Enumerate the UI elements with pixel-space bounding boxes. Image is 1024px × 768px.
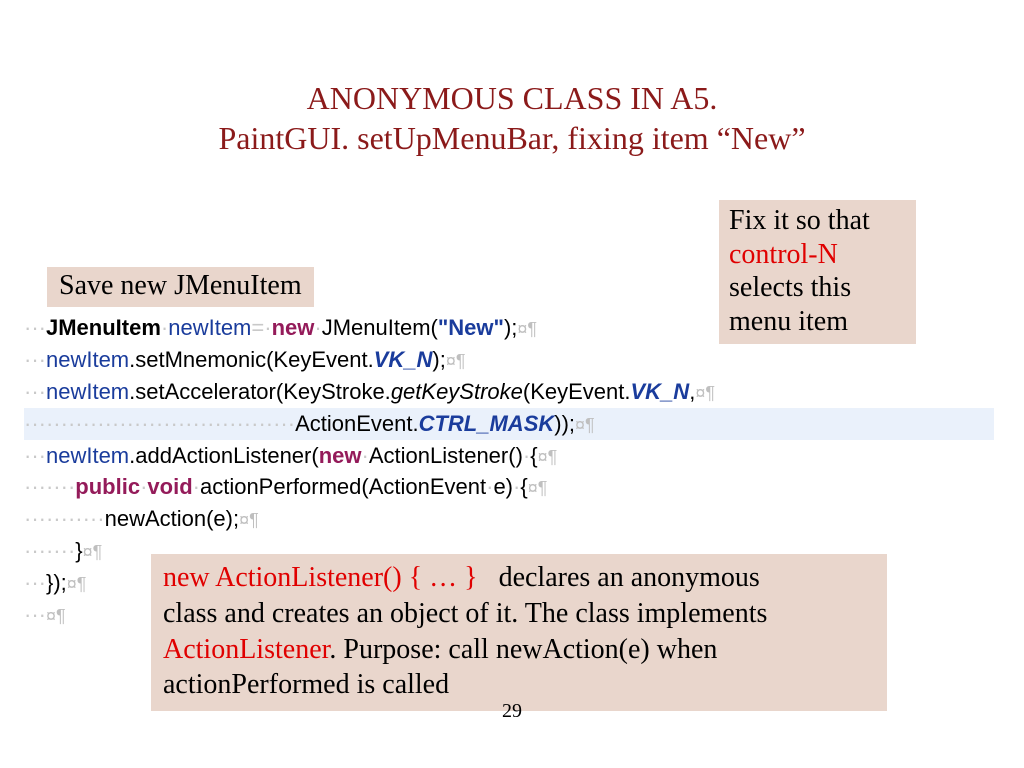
explain-red2: ActionListener <box>163 634 329 665</box>
save-label-box: Save new JMenuItem <box>47 267 314 307</box>
fix-red: control-N <box>729 239 838 270</box>
explain-box: new ActionListener() { … } declares an a… <box>151 554 887 711</box>
explain-red1: new ActionListener() { … } <box>163 562 478 593</box>
code-line-3: ···newItem.setAccelerator(KeyStroke.getK… <box>24 376 994 408</box>
code-line-6: ·······public·void·actionPerformed(Actio… <box>24 471 994 503</box>
code-line-2: ···newItem.setMnemonic(KeyEvent.VK_N);¤¶ <box>24 344 994 376</box>
code-line-7: ···········newAction(e);¤¶ <box>24 503 994 535</box>
explain-t4: actionPerformed is called <box>163 669 449 700</box>
slide-title: ANONYMOUS CLASS IN A5. PaintGUI. setUpMe… <box>0 0 1024 158</box>
page-number: 29 <box>0 700 1024 723</box>
title-line-2: PaintGUI. setUpMenuBar, fixing item “New… <box>0 118 1024 158</box>
code-line-4: ·····································Act… <box>24 408 994 440</box>
code-line-1: ···JMenuItem·newItem=·new·JMenuItem("New… <box>24 312 994 344</box>
fix-l3: selects this <box>729 272 851 303</box>
explain-t1: declares an anonymous <box>478 562 760 593</box>
slide: ANONYMOUS CLASS IN A5. PaintGUI. setUpMe… <box>0 0 1024 768</box>
save-label-text: Save new JMenuItem <box>59 270 302 301</box>
explain-t3: . Purpose: call newAction(e) when <box>329 634 717 665</box>
title-line-1: ANONYMOUS CLASS IN A5. <box>0 78 1024 118</box>
fix-l1: Fix it so that <box>729 205 870 236</box>
explain-t2: class and creates an object of it. The c… <box>163 598 767 629</box>
code-line-5: ···newItem.addActionListener(new·ActionL… <box>24 440 994 472</box>
